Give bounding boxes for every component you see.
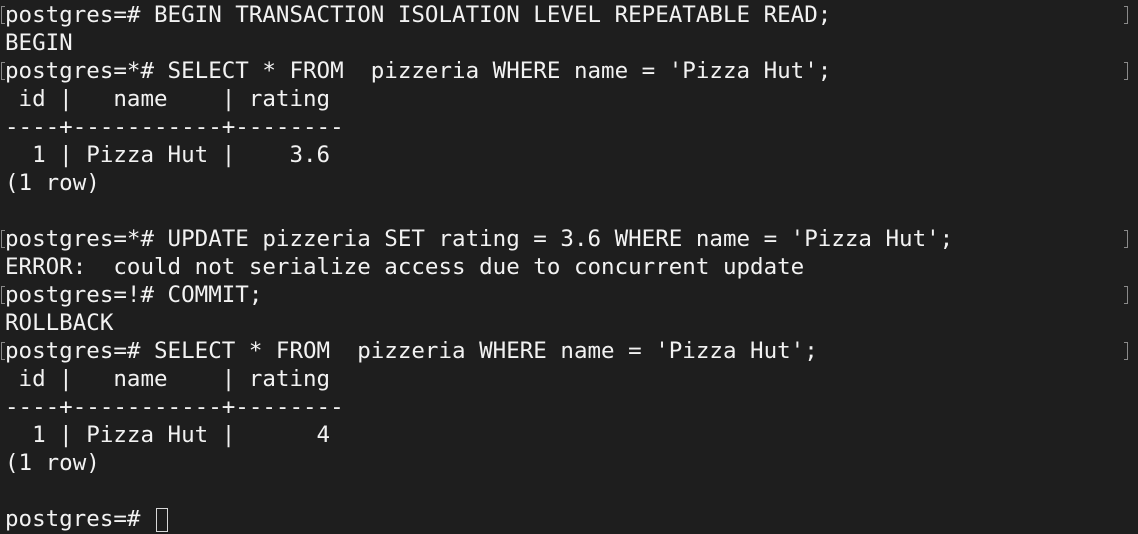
prompt-mark-right-icon bbox=[1124, 62, 1128, 80]
error-message: ERROR: could not serialize access due to… bbox=[5, 254, 805, 280]
table-header: id | name | rating bbox=[5, 366, 331, 392]
terminal-line: postgres=*# SELECT * FROM pizzeria WHERE… bbox=[5, 58, 832, 84]
table-separator: ----+-----------+-------- bbox=[5, 114, 344, 140]
prompt-mark-right-icon bbox=[1124, 230, 1128, 248]
table-separator: ----+-----------+-------- bbox=[5, 394, 344, 420]
terminal-line: postgres=# BEGIN TRANSACTION ISOLATION L… bbox=[5, 2, 832, 28]
terminal-line: BEGIN bbox=[5, 30, 73, 56]
table-row: 1 | Pizza Hut | 3.6 bbox=[5, 142, 331, 168]
prompt-mark-right-icon bbox=[1124, 286, 1128, 304]
table-row: 1 | Pizza Hut | 4 bbox=[5, 422, 331, 448]
row-count: (1 row) bbox=[5, 450, 100, 476]
terminal-line: ROLLBACK bbox=[5, 310, 114, 336]
terminal-line: postgres=# SELECT * FROM pizzeria WHERE … bbox=[5, 338, 818, 364]
prompt-text: postgres=# bbox=[5, 506, 155, 532]
block-cursor-icon bbox=[156, 508, 169, 532]
prompt-mark-right-icon bbox=[1124, 6, 1128, 24]
prompt-mark-right-icon bbox=[1124, 342, 1128, 360]
table-header: id | name | rating bbox=[5, 86, 331, 112]
terminal-line: postgres=!# COMMIT; bbox=[5, 282, 263, 308]
terminal-window[interactable]: postgres=# BEGIN TRANSACTION ISOLATION L… bbox=[0, 0, 1138, 534]
row-count: (1 row) bbox=[5, 170, 100, 196]
terminal-line: postgres=*# UPDATE pizzeria SET rating =… bbox=[5, 226, 954, 252]
active-prompt-line[interactable]: postgres=# bbox=[5, 505, 169, 533]
